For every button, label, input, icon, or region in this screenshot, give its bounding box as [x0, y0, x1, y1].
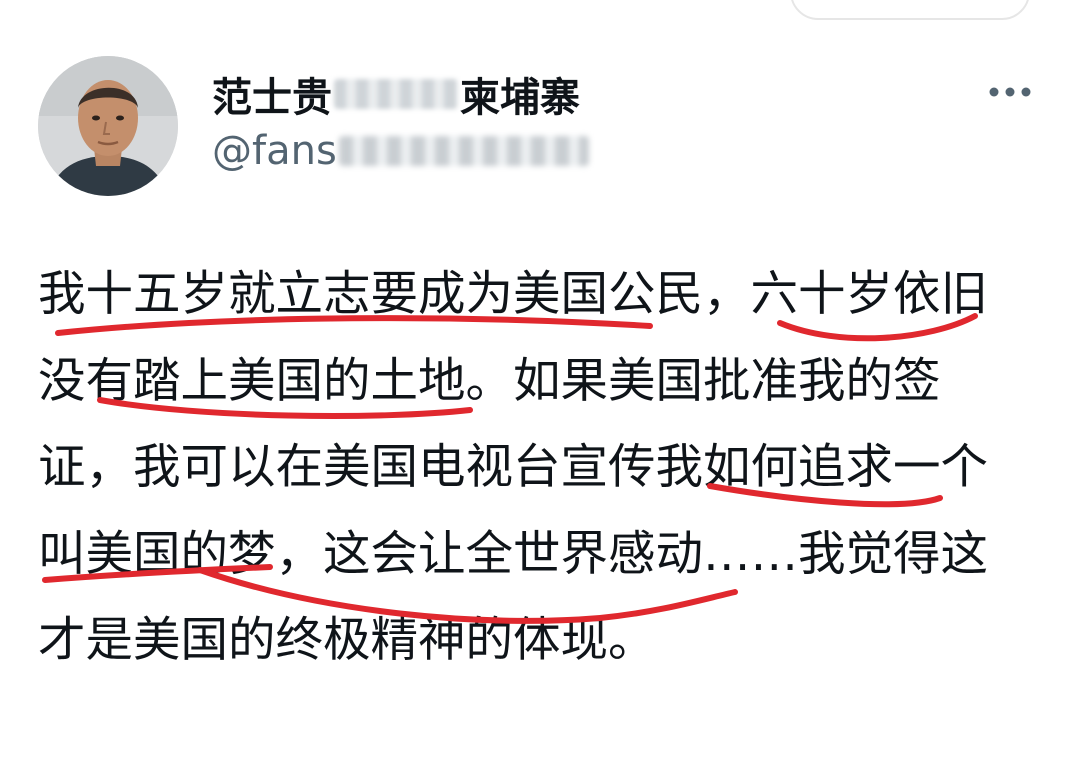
tweet-line: 叫美国的梦，这会让全世界感动……我觉得这: [38, 526, 988, 582]
tweet-line: 才是美国的终极精神的体现。: [38, 613, 656, 668]
author-handle[interactable]: @fans: [212, 125, 589, 177]
more-options-button[interactable]: [980, 70, 1040, 114]
tweet-line: 证，我可以在美国电视台宣传我如何追求一个: [38, 440, 988, 495]
display-name-start: 范士贵: [212, 75, 332, 121]
top-action-pill[interactable]: [790, 0, 1030, 20]
tweet-screenshot: 范士贵 柬埔寨 @fans 我十五岁就立志要成为美国公民，六十岁依旧 没有踏上美国…: [0, 0, 1080, 762]
tweet-body: 我十五岁就立志要成为美国公民，六十岁依旧 没有踏上美国的土地。如果美国批准我的签…: [38, 252, 998, 685]
handle-redaction-blur: [338, 136, 589, 166]
display-name-end: 柬埔寨: [460, 75, 580, 121]
tweet-line: 我十五岁就立志要成为美国公民，六十岁依旧: [38, 267, 988, 322]
handle-text: @fans: [212, 128, 337, 174]
redaction-blur: [334, 79, 458, 109]
avatar[interactable]: [38, 56, 178, 196]
more-horizontal-icon: [989, 87, 1031, 97]
tweet-line: 没有踏上美国的土地。如果美国批准我的签: [38, 353, 941, 409]
author-display-name[interactable]: 范士贵 柬埔寨: [212, 68, 580, 121]
avatar-portrait: [38, 56, 178, 196]
